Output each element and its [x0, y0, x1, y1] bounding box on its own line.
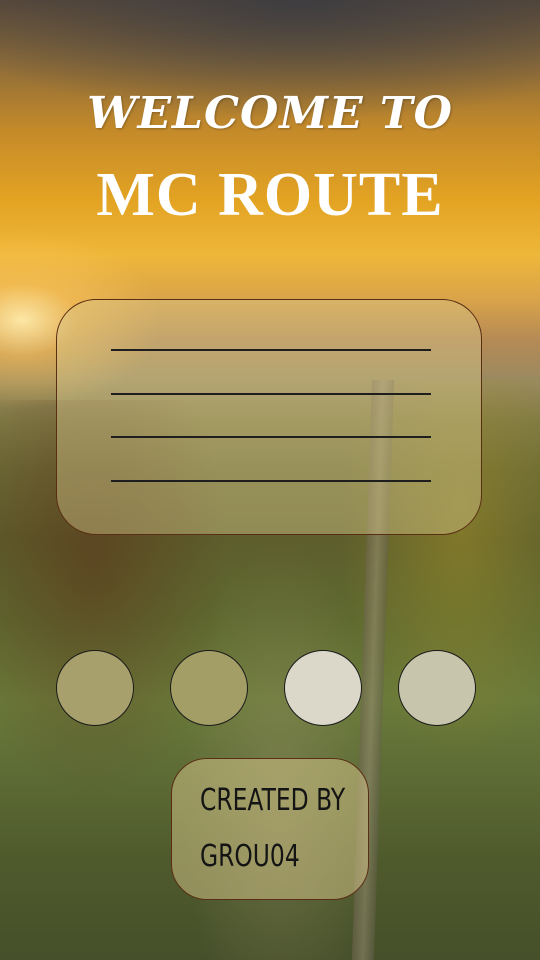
circle-button-4[interactable]: [398, 650, 476, 726]
credits-line-created-by: CREATED BY: [200, 783, 346, 818]
login-form-card: [56, 299, 482, 535]
circle-button-2[interactable]: [170, 650, 248, 726]
app-title: MC ROUTE: [96, 161, 444, 229]
form-field-4[interactable]: [111, 480, 431, 482]
credits-line-group: GROU04: [200, 839, 300, 874]
welcome-heading: WELCOME TO: [87, 88, 453, 139]
form-field-2[interactable]: [111, 393, 431, 395]
credits-box: CREATED BY GROU04: [171, 758, 369, 900]
form-field-1[interactable]: [111, 349, 431, 351]
form-field-3[interactable]: [111, 436, 431, 438]
circle-button-3[interactable]: [284, 650, 362, 726]
circle-button-1[interactable]: [56, 650, 134, 726]
